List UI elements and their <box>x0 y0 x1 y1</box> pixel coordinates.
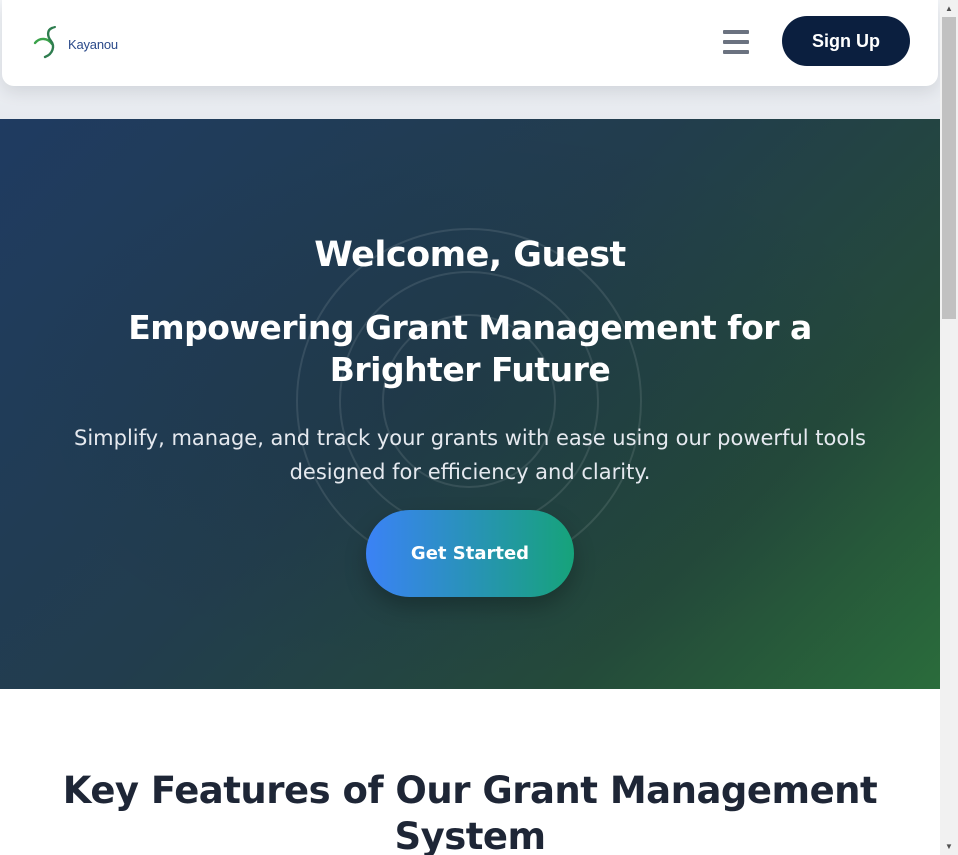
features-heading: Key Features of Our Grant Management Sys… <box>62 769 878 855</box>
logo-link[interactable]: Kayanou <box>32 24 118 62</box>
hamburger-menu-icon[interactable] <box>721 28 751 56</box>
page: Kayanou Sign Up Welcome, Guest Empowerin… <box>0 0 940 855</box>
logo-text: Kayanou <box>68 36 118 52</box>
welcome-heading: Welcome, Guest <box>314 235 626 275</box>
scrollbar[interactable]: ▲ ▼ <box>940 0 958 855</box>
hero-tagline: Empowering Grant Management for a Bright… <box>128 308 812 389</box>
get-started-button[interactable]: Get Started <box>366 510 574 597</box>
scroll-up-arrow-icon[interactable]: ▲ <box>940 0 958 17</box>
logo-icon <box>33 26 56 59</box>
sign-up-button[interactable]: Sign Up <box>782 16 910 66</box>
scrollbar-thumb[interactable] <box>942 17 956 319</box>
hero-description: Simplify, manage, and track your grants … <box>74 426 866 484</box>
hero-section: Welcome, Guest Empowering Grant Manageme… <box>0 119 940 689</box>
scroll-down-arrow-icon[interactable]: ▼ <box>940 838 958 855</box>
navbar: Kayanou Sign Up <box>2 0 938 86</box>
